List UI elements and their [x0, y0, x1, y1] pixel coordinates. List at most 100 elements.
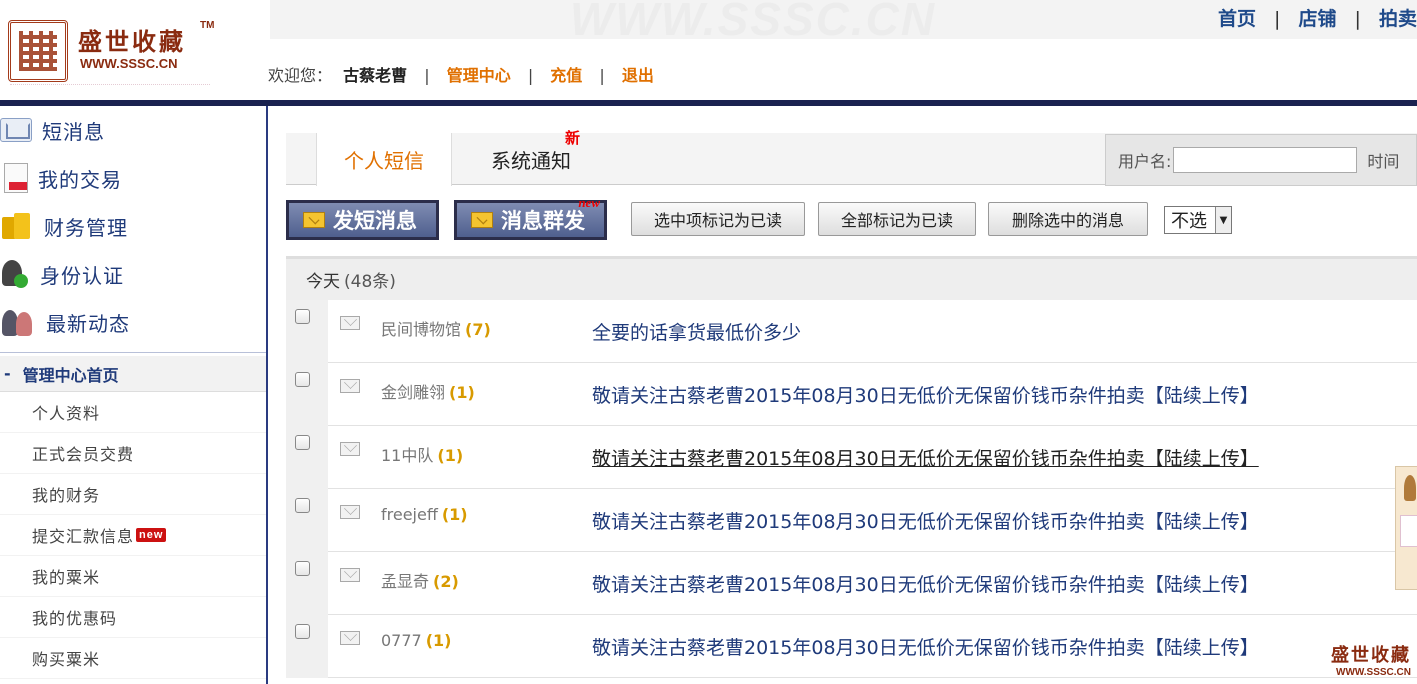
message-row[interactable]: 0777 (1) 敬请关注古蔡老曹2015年08月30日无低价无保留价钱币杂件拍卖… [286, 615, 1417, 678]
tab-personal-messages[interactable]: 个人短信 [316, 133, 452, 186]
message-row[interactable]: 民间博物馆 (7) 全要的话拿货最低价多少 [286, 300, 1417, 363]
sidebar-sub-remittance[interactable]: 提交汇款信息 new [0, 515, 266, 556]
mail-icon [340, 316, 360, 330]
separator: | [424, 66, 430, 85]
message-row[interactable]: 孟显奇 (2) 敬请关注古蔡老曹2015年08月30日无低价无保留价钱币杂件拍卖【… [286, 552, 1417, 615]
logout-link[interactable]: 退出 [622, 66, 654, 85]
checkbox-column [286, 426, 328, 489]
message-subject[interactable]: 敬请关注古蔡老曹2015年08月30日无低价无保留价钱币杂件拍卖【陆续上传】 [592, 444, 1259, 471]
mark-all-read-button[interactable]: 全部标记为已读 [818, 202, 976, 236]
sidebar-sub-label: 我的粟米 [32, 568, 101, 587]
search-panel: 用户名: 时间 [1105, 134, 1417, 186]
dropdown-arrow-icon[interactable]: ▼ [1215, 207, 1231, 233]
floating-service-widget[interactable] [1395, 466, 1417, 590]
sidebar-sub-my-sumi[interactable]: 我的粟米 [0, 556, 266, 597]
sidebar-item-news[interactable]: 最新动态 [0, 298, 266, 346]
sender-name: freejeff [381, 505, 438, 524]
message-subject[interactable]: 全要的话拿货最低价多少 [592, 318, 801, 345]
send-message-button[interactable]: 发短消息 [286, 200, 439, 240]
sidebar-sub-coupons[interactable]: 我的优惠码 [0, 597, 266, 638]
select-value: 不选 [1171, 211, 1207, 232]
message-row[interactable]: 金剑雕翎 (1) 敬请关注古蔡老曹2015年08月30日无低价无保留价钱币杂件拍卖… [286, 363, 1417, 426]
top-nav-shops[interactable]: 店铺 [1298, 8, 1336, 30]
message-checkbox[interactable] [295, 624, 310, 639]
message-count: (2) [433, 572, 459, 591]
sidebar-sub-profile[interactable]: 个人资料 [0, 392, 266, 433]
site-header: WWW.SSSC.CN 盛世收藏 TM WWW.SSSC.CN 欢迎您： 古蔡老… [0, 0, 1417, 102]
message-subject[interactable]: 敬请关注古蔡老曹2015年08月30日无低价无保留价钱币杂件拍卖【陆续上传】 [592, 633, 1259, 660]
logo-domain: WWW.SSSC.CN [80, 56, 178, 71]
message-sender[interactable]: 孟显奇 (2) [381, 568, 459, 592]
logo-brand-name: 盛世收藏 [78, 27, 186, 56]
top-nav-auction[interactable]: 拍卖 [1379, 8, 1417, 30]
message-checkbox[interactable] [295, 372, 310, 387]
group-message-label: 消息群发 [501, 209, 585, 233]
id-verify-icon [0, 258, 30, 290]
message-sender[interactable]: 金剑雕翎 (1) [381, 379, 475, 403]
day-count: (48条) [344, 272, 396, 292]
sidebar-item-label: 我的交易 [38, 167, 122, 192]
logo-seal-icon [8, 20, 68, 82]
collapse-toggle[interactable]: - [4, 364, 11, 383]
sidebar-item-label: 短消息 [42, 119, 105, 144]
admin-center-link[interactable]: 管理中心 [447, 66, 511, 85]
message-subject[interactable]: 敬请关注古蔡老曹2015年08月30日无低价无保留价钱币杂件拍卖【陆续上传】 [592, 507, 1259, 534]
sidebar-sub-label: 正式会员交费 [32, 445, 135, 464]
sender-name: 民间博物馆 [381, 320, 462, 339]
separator: | [599, 66, 605, 85]
corner-logo: 盛世收藏 WWW.SSSC.CN [1331, 641, 1411, 678]
message-count: (1) [437, 446, 464, 465]
corner-logo-brand: 盛世收藏 [1331, 645, 1411, 666]
sidebar-item-label: 财务管理 [44, 215, 128, 240]
message-sender[interactable]: 0777 (1) [381, 631, 451, 650]
sender-name: 0777 [381, 631, 422, 650]
sidebar-item-finance[interactable]: 财务管理 [0, 202, 266, 250]
sidebar-section-admin-home[interactable]: - 管理中心首页 [0, 356, 266, 392]
username[interactable]: 古蔡老曹 [343, 66, 407, 85]
corner-logo-domain: WWW.SSSC.CN [1336, 667, 1411, 678]
message-row[interactable]: 11中队 (1) 敬请关注古蔡老曹2015年08月30日无低价无保留价钱币杂件拍卖… [286, 426, 1417, 489]
message-checkbox[interactable] [295, 309, 310, 324]
username-input[interactable] [1173, 147, 1358, 173]
tab-system-notices[interactable]: 系统通知 新 [471, 129, 591, 185]
tab-label: 个人短信 [344, 149, 424, 173]
mark-selected-read-button[interactable]: 选中项标记为已读 [631, 202, 805, 236]
top-nav: 首页 | 店铺 | 拍卖 [1218, 4, 1417, 31]
envelope-icon [303, 212, 325, 228]
sidebar-sub-my-finance[interactable]: 我的财务 [0, 474, 266, 515]
message-list: 民间博物馆 (7) 全要的话拿货最低价多少 金剑雕翎 (1) 敬请关注古蔡老曹201… [286, 300, 1417, 678]
logo-trademark: TM [200, 20, 215, 31]
sidebar-section-title: 管理中心首页 [22, 365, 119, 385]
sidebar-sub-membership-fee[interactable]: 正式会员交费 [0, 433, 266, 474]
sidebar-item-transactions[interactable]: 我的交易 [0, 154, 266, 202]
sidebar-sub-buy-sumi[interactable]: 购买粟米 [0, 638, 266, 679]
message-checkbox[interactable] [295, 435, 310, 450]
sidebar-item-messages[interactable]: 短消息 [0, 106, 266, 154]
message-row[interactable]: freejeff (1) 敬请关注古蔡老曹2015年08月30日无低价无保留价钱币… [286, 489, 1417, 552]
sender-name: 金剑雕翎 [381, 383, 446, 402]
checkbox-column [286, 300, 328, 363]
sidebar-item-identity[interactable]: 身份认证 [0, 250, 266, 298]
message-sender[interactable]: 11中队 (1) [381, 442, 463, 466]
checkbox-column [286, 615, 328, 678]
sidebar-item-label: 身份认证 [40, 263, 124, 288]
site-logo[interactable]: 盛世收藏 TM WWW.SSSC.CN [8, 14, 238, 98]
mail-icon [340, 568, 360, 582]
message-sender[interactable]: freejeff (1) [381, 505, 468, 524]
message-checkbox[interactable] [295, 498, 310, 513]
mail-icon [340, 631, 360, 645]
sender-name: 11中队 [381, 446, 434, 465]
message-subject[interactable]: 敬请关注古蔡老曹2015年08月30日无低价无保留价钱币杂件拍卖【陆续上传】 [592, 570, 1259, 597]
delete-selected-button[interactable]: 删除选中的消息 [988, 202, 1148, 236]
recharge-link[interactable]: 充值 [550, 66, 582, 85]
new-badge: new [136, 528, 167, 542]
day-label: 今天 [306, 272, 340, 292]
select-dropdown[interactable]: 不选 ▼ [1164, 206, 1232, 234]
top-nav-home[interactable]: 首页 [1218, 8, 1256, 30]
document-icon [4, 163, 28, 193]
message-sender[interactable]: 民间博物馆 (7) [381, 316, 491, 340]
group-message-button[interactable]: 消息群发 new [454, 195, 607, 240]
tab-label: 系统通知 [491, 148, 571, 173]
message-checkbox[interactable] [295, 561, 310, 576]
message-subject[interactable]: 敬请关注古蔡老曹2015年08月30日无低价无保留价钱币杂件拍卖【陆续上传】 [592, 381, 1259, 408]
